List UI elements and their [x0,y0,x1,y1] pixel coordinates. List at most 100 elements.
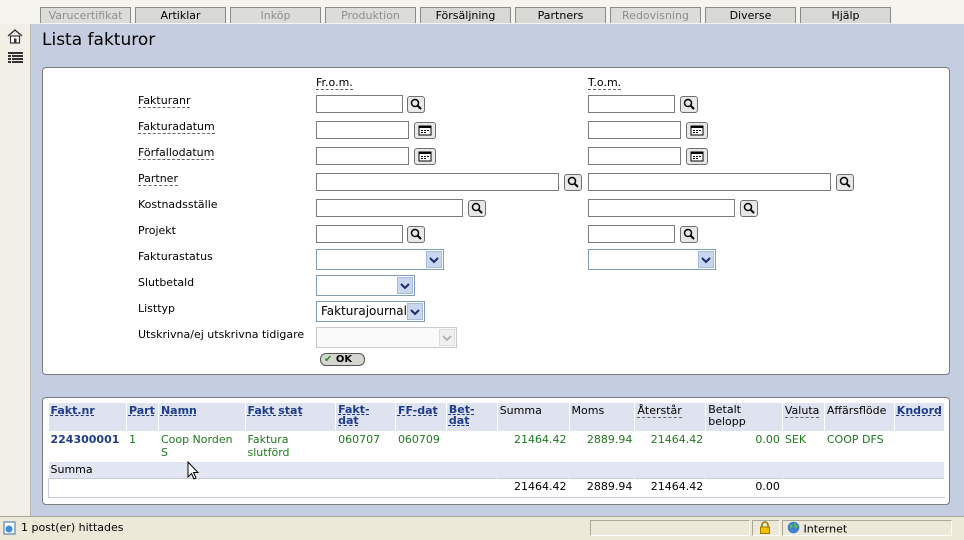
fakturadatum-to-input[interactable] [588,121,681,139]
col-aterstar-header: Återstår [634,403,707,432]
fakturanr-from-search-button[interactable] [407,96,425,113]
lock-icon [752,520,780,536]
cell-summa: 21464.42 [497,431,570,462]
forfallodatum-label: Förfallodatum [138,146,215,160]
fakturastatus-from-select[interactable] [316,249,444,270]
col-faktdat-header[interactable]: Fakt-dat [335,403,396,432]
tab-forsaljning[interactable]: Försäljning [420,7,511,23]
tab-produktion[interactable]: Produktion [325,7,416,23]
cell-faktdat: 060707 [335,431,396,462]
list-icon[interactable] [8,52,23,68]
cell-kndord [894,431,946,462]
tab-partners[interactable]: Partners [515,7,606,23]
kostnadsstalle-from-search-button[interactable] [468,200,486,217]
partner-label: Partner [138,172,178,186]
search-icon [567,176,579,188]
col-namn-header[interactable]: Namn [158,403,246,432]
summa-label: Summa [48,462,945,479]
ok-button[interactable]: ✔ OK [320,353,365,366]
cell-betdat [446,431,498,462]
cell-ffdat: 060709 [395,431,447,462]
chevron-down-icon [698,251,714,268]
forfallodatum-from-calendar-button[interactable] [414,148,436,165]
col-kndord-header[interactable]: Kndord [894,403,946,432]
globe-icon [787,521,800,538]
tab-hjalp[interactable]: Hjälp [800,7,891,23]
total-moms: 2889.94 [568,478,636,498]
forfallodatum-to-input[interactable] [588,147,681,165]
check-icon: ✔ [324,354,333,365]
search-icon [839,176,851,188]
tab-diverse[interactable]: Diverse [705,7,796,23]
col-affarsflode-header: Affärsflöde [824,403,895,432]
mouse-cursor-icon [187,460,200,484]
cell-faktstat: Faktura slutförd [245,431,337,462]
page-icon [3,521,17,538]
utskrivna-select[interactable] [316,327,457,348]
home-icon[interactable] [7,29,23,47]
listtyp-select[interactable]: Fakturajournal [316,301,425,322]
kostnadsstalle-from-input[interactable] [316,199,463,217]
summary-label-row: Summa [48,462,945,479]
fakturanr-to-search-button[interactable] [680,96,698,113]
fakturastatus-label: Fakturastatus [138,250,213,263]
fakturanr-to-input[interactable] [588,95,675,113]
projekt-to-input[interactable] [588,225,675,243]
total-aterstar: 21464.42 [634,478,707,498]
col-summa-header: Summa [497,403,570,432]
zone-label: Internet [803,522,848,536]
partner-to-input[interactable] [588,173,831,191]
calendar-icon [690,125,704,136]
cell-betalt: 0.00 [705,431,783,462]
forfallodatum-to-calendar-button[interactable] [686,148,708,165]
fakturadatum-from-input[interactable] [316,121,409,139]
cell-namn: Coop Norden S [158,431,246,462]
zone-cell: Internet [782,520,952,536]
projekt-from-search-button[interactable] [407,226,425,243]
search-icon [683,98,695,110]
partner-to-search-button[interactable] [836,174,854,191]
col-betdat-header[interactable]: Bet-dat [446,403,498,432]
fakturadatum-to-calendar-button[interactable] [686,122,708,139]
page-title: Lista fakturor [42,30,156,50]
fakturadatum-from-calendar-button[interactable] [414,122,436,139]
tab-redovisning[interactable]: Redovisning [610,7,701,23]
projekt-from-input[interactable] [316,225,403,243]
col-ffdat-header[interactable]: FF-dat [395,403,447,432]
partner-from-search-button[interactable] [564,174,582,191]
col-moms-header: Moms [569,403,636,432]
slutbetald-select[interactable] [316,275,415,296]
search-icon [683,228,695,240]
listtyp-value: Fakturajournal [321,304,407,318]
tab-inkop[interactable]: Inköp [230,7,321,23]
col-valuta-header: Valuta [782,403,825,432]
kostnadsstalle-to-input[interactable] [588,199,735,217]
cell-part: 1 [126,431,159,462]
col-faktnr-header[interactable]: Fakt.nr [48,403,127,432]
fakturanr-from-input[interactable] [316,95,403,113]
status-message: 1 post(er) hittades [21,521,124,534]
fakturanr-label: Fakturanr [138,94,191,108]
cell-valuta: SEK [782,431,825,462]
forfallodatum-from-input[interactable] [316,147,409,165]
col-betalt-header: Betalt belopp [705,403,783,432]
kostnadsstalle-to-search-button[interactable] [740,200,758,217]
tab-artiklar[interactable]: Artiklar [135,7,226,23]
total-summa: 21464.42 [496,478,570,498]
col-faktstat-header[interactable]: Fakt stat [245,403,337,432]
fakturastatus-to-select[interactable] [588,249,716,270]
table-header-row: Fakt.nr Part Namn Fakt stat Fakt-dat FF-… [48,403,946,432]
calendar-icon [690,151,704,162]
top-menu-bar: Varucertifikat Artiklar Inköp Produktion… [0,0,964,24]
projekt-to-search-button[interactable] [680,226,698,243]
tab-varucertifikat[interactable]: Varucertifikat [40,7,131,23]
kostnadsstalle-label: Kostnadsställe [138,198,218,211]
from-header: Fr.o.m. [316,76,353,90]
totals-row: 21464.42 2889.94 21464.42 0.00 [48,478,946,498]
table-row[interactable]: 224300001 1 Coop Norden S Faktura slutförd… [48,431,946,462]
cell-faktnr[interactable]: 224300001 [48,431,127,462]
total-betalt: 0.00 [705,478,783,498]
cell-aterstar: 21464.42 [634,431,707,462]
partner-from-input[interactable] [316,173,559,191]
col-part-header[interactable]: Part [126,403,159,432]
